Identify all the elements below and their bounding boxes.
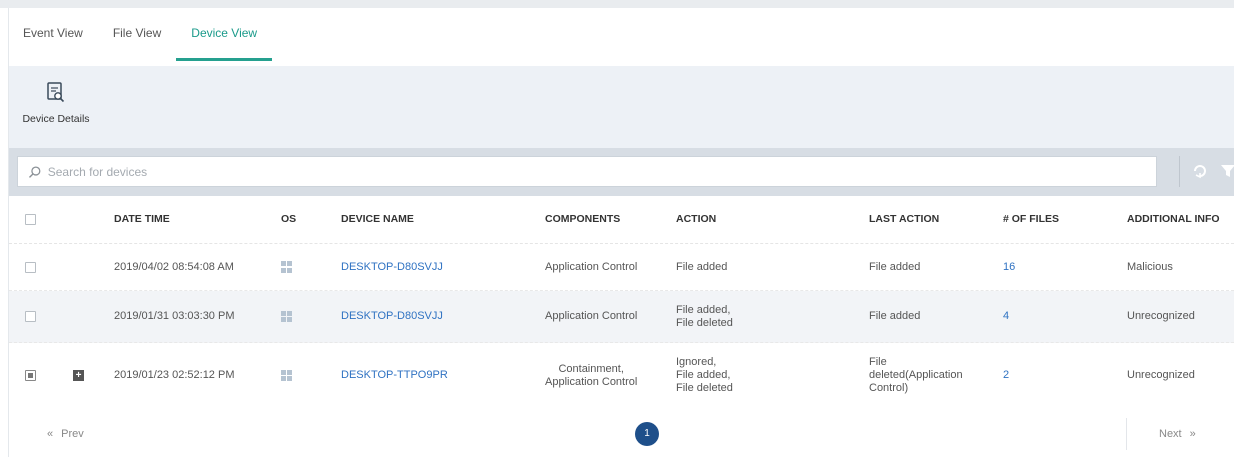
row-date-time: 2019/04/02 08:54:08 AM	[114, 260, 234, 273]
double-chevron-right-icon: »	[1189, 428, 1196, 440]
device-details-icon	[47, 82, 65, 103]
double-chevron-left-icon: «	[47, 428, 54, 440]
table-row[interactable]: + 2019/01/23 02:52:12 PM DESKTOP-TTPO9PR…	[9, 343, 1234, 408]
search-separator	[1179, 156, 1180, 187]
header-last-action[interactable]: LAST ACTION	[869, 196, 939, 243]
device-details-button[interactable]: Device Details	[21, 81, 91, 125]
view-tabs: Event View File View Device View	[8, 26, 272, 66]
device-name-link[interactable]: DESKTOP-D80SVJJ	[341, 244, 443, 290]
header-additional-info[interactable]: ADDITIONAL INFO	[1127, 196, 1220, 243]
row-date-time: 2019/01/31 03:03:30 PM	[114, 310, 235, 322]
prev-label: Prev	[61, 428, 84, 440]
header-num-files[interactable]: # OF FILES	[1003, 196, 1059, 243]
row-last-action-line: deleted(Application	[869, 369, 963, 381]
windows-icon	[281, 310, 293, 323]
search-input[interactable]	[47, 164, 1156, 179]
next-label: Next	[1159, 428, 1182, 440]
devices-table: DATE TIME OS DEVICE NAME COMPONENTS ACTI…	[9, 196, 1234, 408]
tab-device-view[interactable]: Device View	[176, 26, 272, 66]
page-number-button[interactable]: 1	[635, 422, 659, 446]
refresh-icon[interactable]	[1191, 162, 1209, 180]
row-action-line: File added,	[676, 369, 731, 381]
table-row[interactable]: 2019/01/31 03:03:30 PM DESKTOP-D80SVJJ A…	[9, 291, 1234, 343]
row-action-line: File deleted	[676, 316, 733, 329]
toolbar: Device Details	[9, 66, 1234, 148]
header-date-time[interactable]: DATE TIME	[114, 196, 170, 243]
num-files-link[interactable]: 2	[1003, 343, 1009, 408]
row-additional-info: Malicious	[1127, 260, 1173, 273]
row-last-action: File added	[869, 260, 921, 273]
windows-icon	[281, 261, 293, 273]
row-last-action: File added	[869, 310, 921, 322]
expand-row-button[interactable]: +	[73, 370, 84, 381]
row-checkbox[interactable]	[25, 370, 36, 381]
row-last-action-line: File	[869, 356, 887, 368]
header-components[interactable]: COMPONENTS	[545, 196, 620, 243]
row-components-line: Application Control	[545, 375, 638, 388]
pager-separator	[1126, 418, 1127, 450]
windows-icon	[281, 369, 293, 382]
row-action: File added	[676, 260, 728, 273]
num-files-link[interactable]: 16	[1003, 244, 1015, 290]
row-date-time: 2019/01/23 02:52:12 PM	[114, 369, 235, 381]
search-box	[17, 156, 1157, 187]
table-header: DATE TIME OS DEVICE NAME COMPONENTS ACTI…	[9, 196, 1234, 244]
row-components: Application Control	[545, 310, 638, 322]
top-strip	[0, 0, 1234, 8]
row-additional-info: Unrecognized	[1127, 369, 1195, 381]
search-bar-area	[9, 148, 1234, 196]
filter-icon[interactable]	[1219, 162, 1234, 180]
row-last-action-line: Control)	[869, 382, 909, 394]
row-action-line: File deleted	[676, 382, 733, 394]
row-action-line: Ignored,	[676, 356, 717, 368]
next-page-button[interactable]: Next »	[1159, 428, 1196, 440]
row-checkbox[interactable]	[25, 261, 36, 273]
pagination: « Prev 1 Next »	[9, 408, 1234, 457]
prev-page-button[interactable]: « Prev	[47, 428, 84, 440]
select-all-checkbox[interactable]	[25, 214, 36, 225]
tab-event-view[interactable]: Event View	[8, 26, 98, 66]
num-files-link[interactable]: 4	[1003, 291, 1009, 342]
table-row[interactable]: 2019/04/02 08:54:08 AM DESKTOP-D80SVJJ A…	[9, 244, 1234, 291]
tab-file-view[interactable]: File View	[98, 26, 176, 66]
header-os[interactable]: OS	[281, 196, 296, 243]
device-name-link[interactable]: DESKTOP-D80SVJJ	[341, 291, 443, 342]
row-additional-info: Unrecognized	[1127, 310, 1195, 322]
search-tools	[1191, 162, 1234, 180]
row-components-line: Containment,	[558, 362, 624, 375]
search-icon	[28, 165, 41, 178]
header-action[interactable]: ACTION	[676, 196, 716, 243]
row-action-line: File added,	[676, 303, 731, 316]
device-details-label: Device Details	[22, 113, 90, 125]
device-name-link[interactable]: DESKTOP-TTPO9PR	[341, 343, 448, 408]
row-checkbox[interactable]	[25, 311, 36, 322]
header-device-name[interactable]: DEVICE NAME	[341, 196, 414, 243]
row-components: Application Control	[545, 260, 638, 273]
